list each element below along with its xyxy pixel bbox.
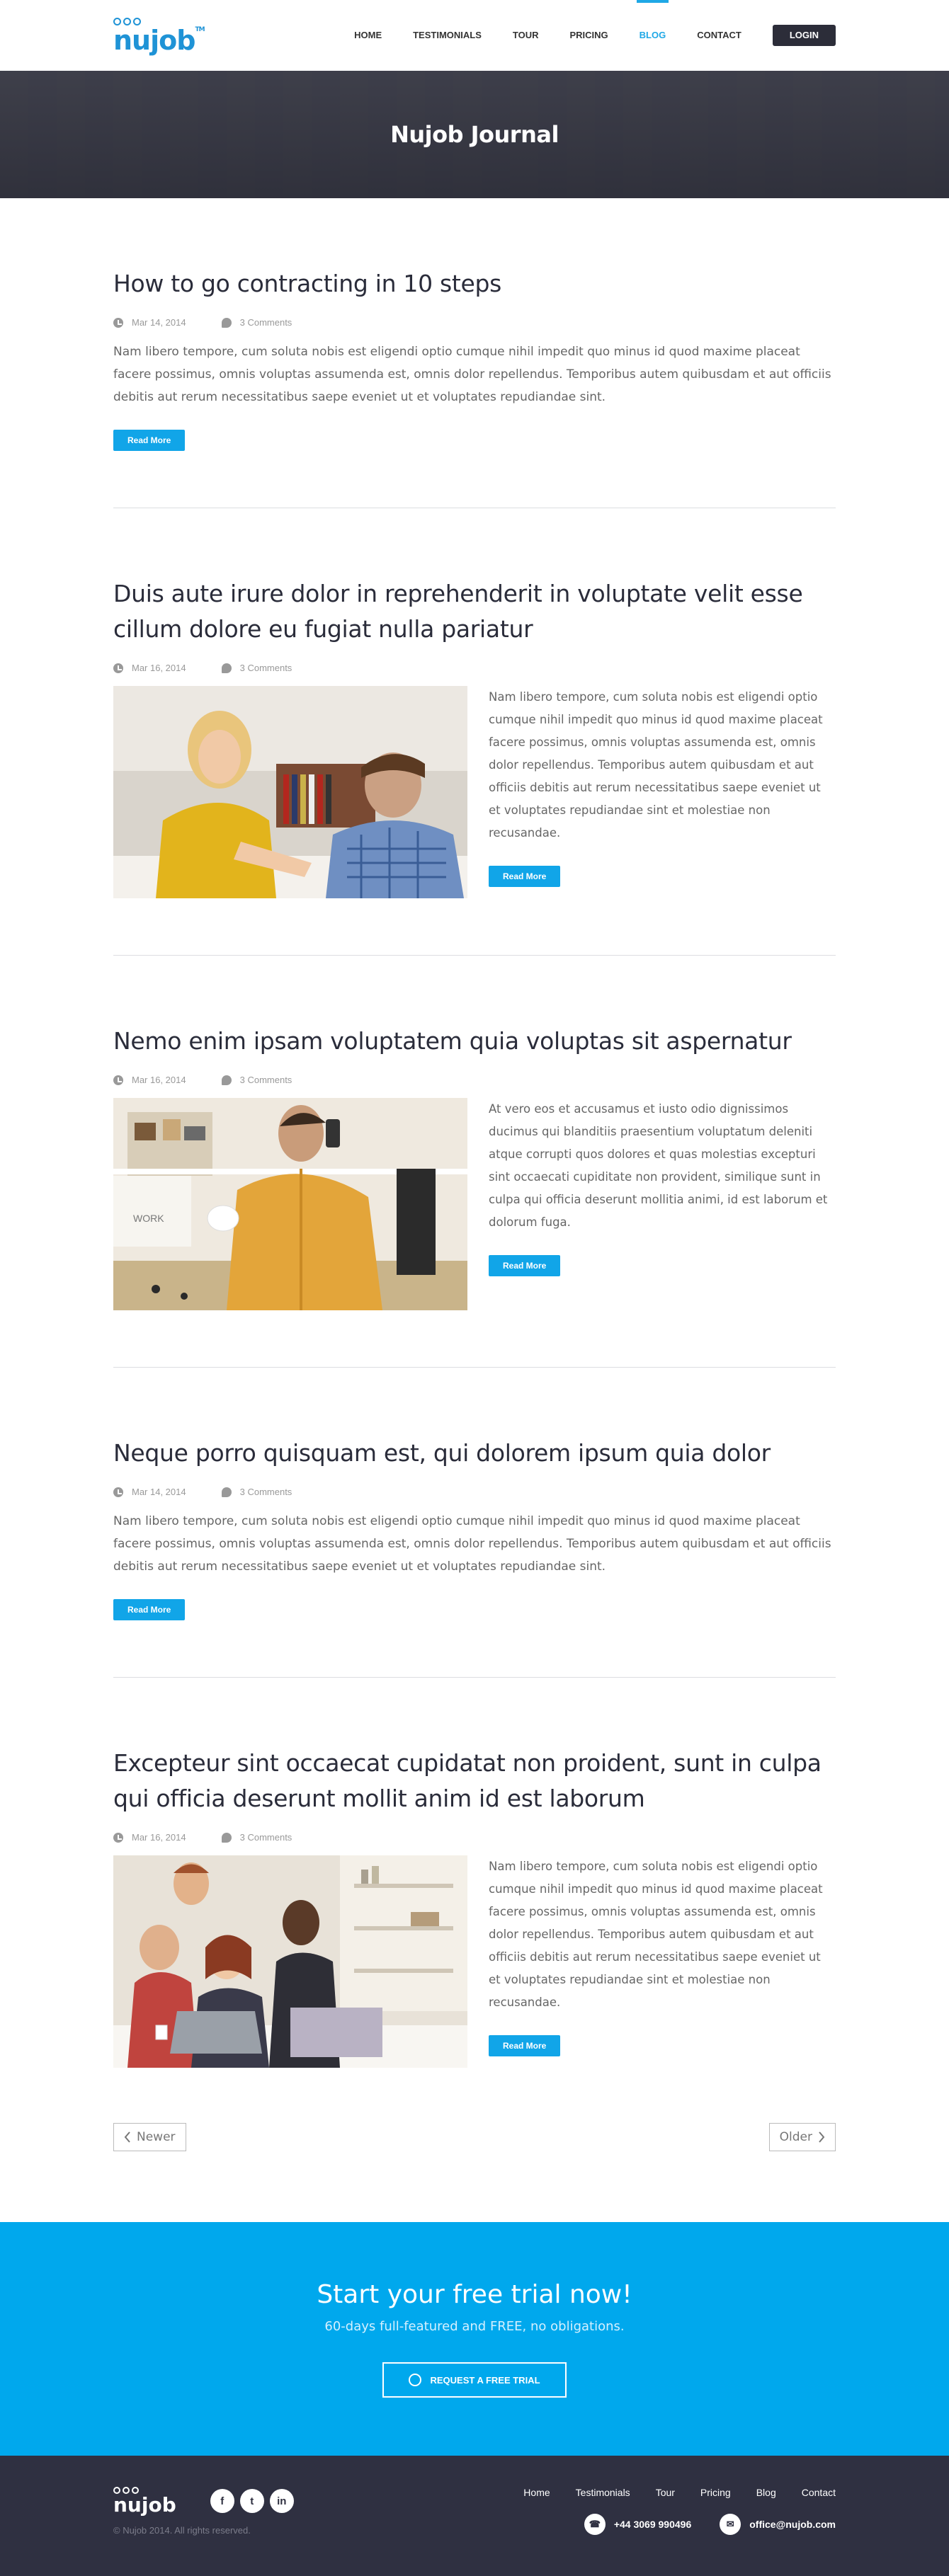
top-navbar: nujobTM HOME TESTIMONIALS TOUR PRICING B… [0, 0, 949, 71]
comment-icon [221, 1487, 232, 1497]
post-meta: Mar 14, 2014 3 Comments [113, 317, 836, 328]
post-image-caption: WORK [133, 1213, 164, 1224]
blog-list: How to go contracting in 10 steps Mar 14… [113, 198, 836, 2222]
clock-icon [113, 663, 123, 673]
footer-link-tour[interactable]: Tour [656, 2487, 675, 2498]
nav-item-pricing[interactable]: PRICING [570, 0, 608, 71]
trademark: TM [195, 25, 205, 33]
post-meta: Mar 14, 2014 3 Comments [113, 1487, 836, 1497]
footer-link-pricing[interactable]: Pricing [700, 2487, 731, 2498]
blog-post: Nemo enim ipsam voluptatem quia voluptas… [113, 956, 836, 1368]
site-footer: nujob f t in © Nujob 2014. All rights re… [0, 2456, 949, 2576]
post-date: Mar 16, 2014 [132, 1832, 186, 1843]
footer-link-home[interactable]: Home [523, 2487, 550, 2498]
clock-icon [113, 1832, 123, 1843]
newer-label: Newer [137, 2130, 176, 2144]
nav-item-blog[interactable]: BLOG [636, 0, 669, 71]
phone-contact[interactable]: ☎ +44 3069 990496 [584, 2514, 691, 2535]
comment-icon [221, 317, 232, 328]
post-meta: Mar 16, 2014 3 Comments [113, 663, 836, 673]
copyright: © Nujob 2014. All rights reserved. [113, 2525, 251, 2536]
cta-subtitle: 60-days full-featured and FREE, no oblig… [324, 2319, 625, 2334]
post-title[interactable]: Nemo enim ipsam voluptatem quia voluptas… [113, 1024, 836, 1059]
post-excerpt: Nam libero tempore, cum soluta nobis est… [489, 690, 823, 840]
page-hero: Nujob Journal [0, 71, 949, 198]
blog-post: How to go contracting in 10 steps Mar 14… [113, 198, 836, 508]
footer-link-contact[interactable]: Contact [802, 2487, 836, 2498]
newer-button[interactable]: Newer [113, 2123, 186, 2151]
footer-contact: ☎ +44 3069 990496 ✉ office@nujob.com [523, 2514, 836, 2535]
comment-icon [221, 1832, 232, 1843]
free-trial-section: Start your free trial now! 60-days full-… [0, 2222, 949, 2456]
email-contact[interactable]: ✉ office@nujob.com [720, 2514, 836, 2535]
comment-icon [221, 663, 232, 673]
nav-item-testimonials[interactable]: TESTIMONIALS [413, 0, 482, 71]
main-nav: HOME TESTIMONIALS TOUR PRICING BLOG CONT… [323, 0, 836, 71]
post-date: Mar 16, 2014 [132, 1075, 186, 1085]
post-comments[interactable]: 3 Comments [240, 1487, 292, 1497]
phone-icon: ☎ [584, 2514, 606, 2535]
blog-post: Duis aute irure dolor in reprehenderit i… [113, 508, 836, 956]
nav-item-home[interactable]: HOME [354, 0, 382, 71]
post-image[interactable]: WORK [113, 1098, 467, 1310]
post-comments[interactable]: 3 Comments [240, 1832, 292, 1843]
facebook-icon[interactable]: f [210, 2489, 234, 2513]
blog-post: Neque porro quisquam est, qui dolorem ip… [113, 1368, 836, 1678]
page-title: Nujob Journal [390, 121, 559, 148]
post-excerpt: Nam libero tempore, cum soluta nobis est… [113, 345, 831, 404]
social-links: f t in [210, 2489, 294, 2513]
post-title[interactable]: How to go contracting in 10 steps [113, 266, 836, 302]
mail-icon: ✉ [720, 2514, 741, 2535]
login-button[interactable]: LOGIN [772, 25, 836, 46]
post-excerpt: Nam libero tempore, cum soluta nobis est… [489, 1860, 823, 2009]
blog-post: Excepteur sint occaecat cupidatat non pr… [113, 1678, 836, 2068]
post-excerpt: Nam libero tempore, cum soluta nobis est… [113, 1514, 831, 1574]
phone-number: +44 3069 990496 [613, 2519, 692, 2530]
read-more-button[interactable]: Read More [489, 866, 561, 887]
nav-item-tour[interactable]: TOUR [513, 0, 539, 71]
request-trial-label: REQUEST A FREE TRIAL [430, 2374, 540, 2386]
read-more-button[interactable]: Read More [113, 430, 186, 451]
comment-icon [221, 1075, 232, 1085]
chevron-right-icon [819, 2131, 825, 2143]
post-image[interactable] [113, 686, 467, 898]
footer-link-testimonials[interactable]: Testimonials [576, 2487, 630, 2498]
older-button[interactable]: Older [768, 2123, 836, 2151]
read-more-button[interactable]: Read More [113, 1599, 186, 1620]
twitter-icon[interactable]: t [239, 2489, 264, 2513]
footer-logo[interactable]: nujob [113, 2487, 176, 2515]
pagination: Newer Older [113, 2068, 836, 2222]
read-more-button[interactable]: Read More [489, 2035, 561, 2056]
post-date: Mar 16, 2014 [132, 663, 186, 673]
post-comments[interactable]: 3 Comments [240, 1075, 292, 1085]
post-date: Mar 14, 2014 [132, 1487, 186, 1497]
post-image[interactable] [113, 1855, 467, 2068]
post-meta: Mar 16, 2014 3 Comments [113, 1832, 836, 1843]
post-meta: Mar 16, 2014 3 Comments [113, 1075, 836, 1085]
cta-title: Start your free trial now! [317, 2280, 632, 2309]
email-address: office@nujob.com [749, 2519, 836, 2530]
brand-logo[interactable]: nujobTM [113, 17, 205, 56]
post-comments[interactable]: 3 Comments [240, 663, 292, 673]
footer-nav: Home Testimonials Tour Pricing Blog Cont… [523, 2487, 836, 2498]
linkedin-icon[interactable]: in [269, 2489, 294, 2513]
chevron-left-icon [124, 2131, 130, 2143]
clock-icon [113, 1075, 123, 1085]
clock-icon [113, 317, 123, 328]
post-title[interactable]: Duis aute irure dolor in reprehenderit i… [113, 576, 836, 647]
read-more-button[interactable]: Read More [489, 1255, 561, 1276]
plus-circle-icon [409, 2374, 422, 2386]
post-comments[interactable]: 3 Comments [240, 317, 292, 328]
post-title[interactable]: Neque porro quisquam est, qui dolorem ip… [113, 1436, 836, 1471]
post-date: Mar 14, 2014 [132, 317, 186, 328]
nav-item-contact[interactable]: CONTACT [697, 0, 741, 71]
footer-link-blog[interactable]: Blog [756, 2487, 776, 2498]
clock-icon [113, 1487, 123, 1497]
brand-name: nujob [113, 24, 195, 56]
footer-brand-name: nujob [113, 2493, 176, 2517]
post-title[interactable]: Excepteur sint occaecat cupidatat non pr… [113, 1746, 836, 1816]
post-excerpt: At vero eos et accusamus et iusto odio d… [489, 1102, 828, 1229]
older-label: Older [779, 2130, 812, 2144]
request-trial-button[interactable]: REQUEST A FREE TRIAL [382, 2362, 567, 2398]
